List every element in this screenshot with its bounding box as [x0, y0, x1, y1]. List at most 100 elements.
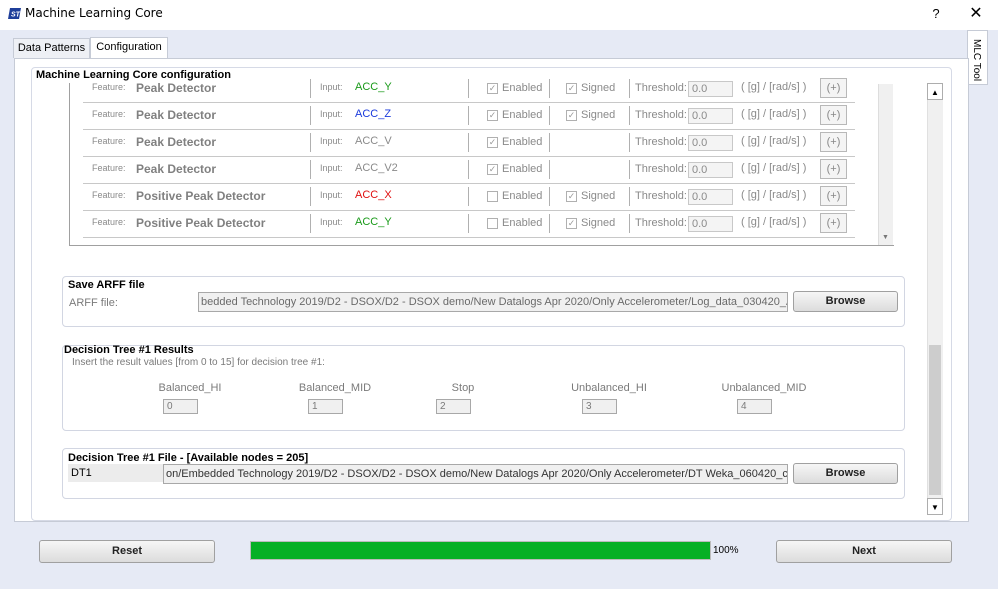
feature-input: ACC_Z [355, 108, 392, 120]
input-label: Input: [320, 217, 343, 227]
side-tab-label: MLC Tool [971, 39, 982, 82]
enabled-label: Enabled [502, 136, 543, 148]
feature-input: ACC_Y [355, 81, 392, 93]
st-logo-icon: ST [8, 8, 21, 19]
threshold-input[interactable]: 0.0 [688, 162, 733, 178]
divider [310, 106, 311, 125]
result-name: Balanced_MID [298, 382, 372, 394]
tab-data-patterns[interactable]: Data Patterns [13, 38, 90, 58]
enabled-checkbox[interactable] [487, 191, 498, 202]
arff-browse-button[interactable]: Browse [793, 291, 898, 312]
divider [468, 160, 469, 179]
result-value-input[interactable]: 1 [308, 399, 343, 414]
decision-tree-file-title: Decision Tree #1 File - [Available nodes… [68, 452, 309, 464]
divider [310, 187, 311, 206]
threshold-input[interactable]: 0.0 [688, 81, 733, 97]
feature-row: Feature: Peak Detector Input: ACC_V ✓ Enabled… [83, 130, 855, 157]
result-value-input[interactable]: 0 [163, 399, 198, 414]
chevron-up-icon[interactable]: ▲ [927, 83, 943, 100]
threshold-input[interactable]: 0.0 [688, 216, 733, 232]
result-name: Stop [451, 382, 475, 394]
enabled-checkbox[interactable]: ✓ [487, 83, 498, 94]
divider [310, 79, 311, 98]
enabled-checkbox[interactable]: ✓ [487, 110, 498, 121]
close-button[interactable]: ✕ [962, 4, 990, 24]
result-name: Unbalanced_MID [721, 382, 807, 394]
feature-name: Peak Detector [136, 81, 217, 95]
divider [549, 79, 550, 98]
feature-label: Feature: [92, 217, 126, 227]
threshold-label: Threshold: [635, 136, 687, 148]
side-tab-mlc-tool[interactable]: MLC Tool [967, 30, 988, 85]
feature-input: ACC_Y [355, 216, 392, 228]
divider [629, 214, 630, 233]
enabled-checkbox[interactable] [487, 218, 498, 229]
feature-input: ACC_V2 [355, 162, 398, 174]
threshold-unit: ( [g] / [rad/s] ) [741, 216, 807, 228]
threshold-unit: ( [g] / [rad/s] ) [741, 189, 807, 201]
help-button[interactable]: ? [925, 4, 947, 24]
threshold-label: Threshold: [635, 163, 687, 175]
feature-row: Feature: Peak Detector Input: ACC_Z ✓ Enabled… [83, 103, 855, 130]
feature-row: Feature: Positive Peak Detector Input: ACC_… [83, 211, 855, 238]
result-name: Balanced_HI [158, 382, 222, 394]
feature-list-scrollbar[interactable] [878, 84, 893, 245]
divider [549, 160, 550, 179]
threshold-label: Threshold: [635, 109, 687, 121]
signed-checkbox[interactable]: ✓ [566, 83, 577, 94]
result-value-input[interactable]: 4 [737, 399, 772, 414]
next-button[interactable]: Next [776, 540, 952, 563]
decision-tree-description: Insert the result values [from 0 to 15] … [72, 357, 325, 368]
signed-label: Signed [581, 217, 616, 229]
enabled-label: Enabled [502, 109, 543, 121]
divider [549, 187, 550, 206]
reset-button[interactable]: Reset [39, 540, 215, 563]
add-threshold-button[interactable]: (+) [820, 213, 847, 233]
feature-name: Peak Detector [136, 135, 217, 149]
input-label: Input: [320, 82, 343, 92]
divider [629, 106, 630, 125]
enabled-checkbox[interactable]: ✓ [487, 164, 498, 175]
threshold-input[interactable]: 0.0 [688, 189, 733, 205]
chevron-down-icon[interactable]: ▼ [879, 232, 892, 244]
threshold-unit: ( [g] / [rad/s] ) [741, 81, 807, 93]
decision-tree-results-title: Decision Tree #1 Results [64, 344, 194, 356]
result-value-input[interactable]: 3 [582, 399, 617, 414]
threshold-input[interactable]: 0.0 [688, 135, 733, 151]
enabled-label: Enabled [502, 163, 543, 175]
signed-checkbox[interactable]: ✓ [566, 110, 577, 121]
signed-checkbox[interactable]: ✓ [566, 218, 577, 229]
feature-name: Peak Detector [136, 108, 217, 122]
feature-row: Feature: Peak Detector Input: ACC_Y ✓ Enabled… [83, 76, 855, 103]
add-threshold-button[interactable]: (+) [820, 132, 847, 152]
decision-tree-browse-button[interactable]: Browse [793, 463, 898, 484]
tab-configuration[interactable]: Configuration [90, 37, 168, 59]
divider [629, 133, 630, 152]
add-threshold-button[interactable]: (+) [820, 186, 847, 206]
decision-tree-name-field[interactable]: DT1 [68, 464, 163, 482]
threshold-input[interactable]: 0.0 [688, 108, 733, 124]
save-arff-title: Save ARFF file [68, 279, 145, 291]
svg-text:ST: ST [11, 12, 21, 19]
feature-input: ACC_X [355, 189, 392, 201]
progress-text: 100% [713, 545, 739, 556]
scrollbar-thumb[interactable] [929, 345, 941, 495]
chevron-down-icon[interactable]: ▼ [927, 498, 943, 515]
divider [468, 214, 469, 233]
add-threshold-button[interactable]: (+) [820, 105, 847, 125]
threshold-label: Threshold: [635, 217, 687, 229]
arff-path-field[interactable]: bedded Technology 2019/D2 - DSOX/D2 - DS… [198, 292, 788, 312]
enabled-checkbox[interactable]: ✓ [487, 137, 498, 148]
signed-checkbox[interactable]: ✓ [566, 191, 577, 202]
feature-row: Feature: Peak Detector Input: ACC_V2 ✓ Enable… [83, 157, 855, 184]
add-threshold-button[interactable]: (+) [820, 159, 847, 179]
add-threshold-button[interactable]: (+) [820, 78, 847, 98]
threshold-unit: ( [g] / [rad/s] ) [741, 135, 807, 147]
result-value-input[interactable]: 2 [436, 399, 471, 414]
divider [549, 133, 550, 152]
decision-tree-path-field[interactable]: on/Embedded Technology 2019/D2 - DSOX/D2… [163, 464, 788, 484]
divider [310, 133, 311, 152]
divider [468, 79, 469, 98]
feature-label: Feature: [92, 163, 126, 173]
input-label: Input: [320, 136, 343, 146]
